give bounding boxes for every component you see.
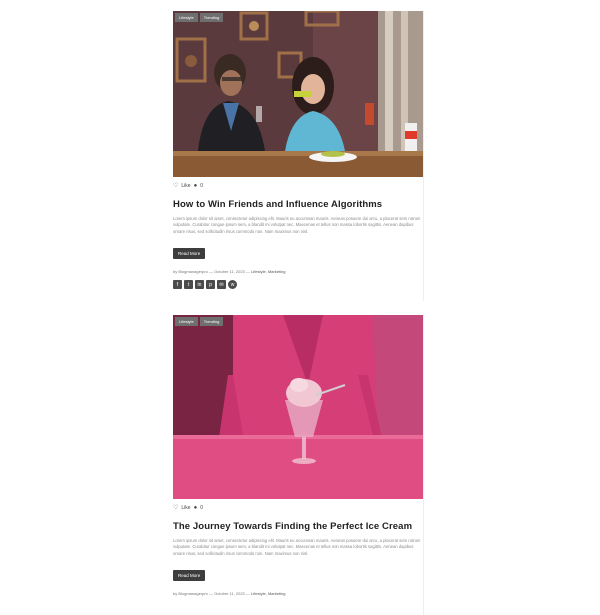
whatsapp-icon[interactable]: w xyxy=(228,280,237,290)
comment-count: 0 xyxy=(200,504,203,511)
post-card: Lifestyle Trending ♡ Like ● 0 How to Win… xyxy=(173,11,424,301)
post-byline: by Blogmanagerpro — October 11, 2023 — L… xyxy=(173,591,286,597)
comment-icon[interactable]: ● xyxy=(194,183,198,189)
post-title[interactable]: The Journey Towards Finding the Perfect … xyxy=(173,521,423,533)
post-card: Lifestyle Trending ♡ Like ● 0 The Journe… xyxy=(173,315,424,615)
email-icon[interactable]: ✉ xyxy=(217,280,226,290)
read-more-button[interactable]: Read More xyxy=(173,248,206,260)
facebook-icon[interactable]: f xyxy=(173,280,182,290)
comment-icon[interactable]: ● xyxy=(194,505,198,511)
post-title[interactable]: How to Win Friends and Influence Algorit… xyxy=(173,199,423,211)
post-excerpt: Lorem ipsum dolor sit amet, consectetur … xyxy=(173,538,421,556)
post-excerpt: Lorem ipsum dolor sit amet, consectetur … xyxy=(173,216,421,234)
post-tags: Lifestyle Trending xyxy=(175,317,224,326)
like-label[interactable]: Like xyxy=(181,505,190,511)
post-tags: Lifestyle Trending xyxy=(175,13,224,22)
post-reactions: ♡ Like ● 0 xyxy=(173,504,423,511)
twitter-icon[interactable]: t xyxy=(184,280,193,290)
post-byline: by Blogmanagerpro — October 11, 2023 — L… xyxy=(173,269,286,275)
heart-icon[interactable]: ♡ xyxy=(173,505,178,511)
post-categories[interactable]: Lifestyle, Marketing xyxy=(251,591,285,596)
post-author[interactable]: by Blogmanagerpro xyxy=(173,591,208,596)
tag-lifestyle[interactable]: Lifestyle xyxy=(175,317,198,326)
couple-dinner-photo xyxy=(173,11,423,177)
pinterest-icon[interactable]: p xyxy=(206,280,215,290)
tag-trending[interactable]: Trending xyxy=(199,317,224,326)
post-date: October 11, 2023 xyxy=(214,269,245,275)
post-author[interactable]: by Blogmanagerpro xyxy=(173,269,208,274)
read-more-button[interactable]: Read More xyxy=(173,570,206,582)
like-label[interactable]: Like xyxy=(181,183,190,189)
heart-icon[interactable]: ♡ xyxy=(173,183,178,189)
post-date: October 11, 2023 xyxy=(214,591,245,597)
tag-trending[interactable]: Trending xyxy=(199,13,224,22)
ice-cream-photo xyxy=(173,315,423,499)
linkedin-icon[interactable]: in xyxy=(195,280,204,290)
post-image[interactable]: Lifestyle Trending xyxy=(173,11,423,177)
post-image[interactable]: Lifestyle Trending xyxy=(173,315,423,499)
tag-lifestyle[interactable]: Lifestyle xyxy=(175,13,198,22)
post-categories[interactable]: Lifestyle, Marketing xyxy=(251,269,285,274)
share-buttons: f t in p ✉ w xyxy=(173,280,423,290)
post-reactions: ♡ Like ● 0 xyxy=(173,182,423,189)
comment-count: 0 xyxy=(200,182,203,189)
